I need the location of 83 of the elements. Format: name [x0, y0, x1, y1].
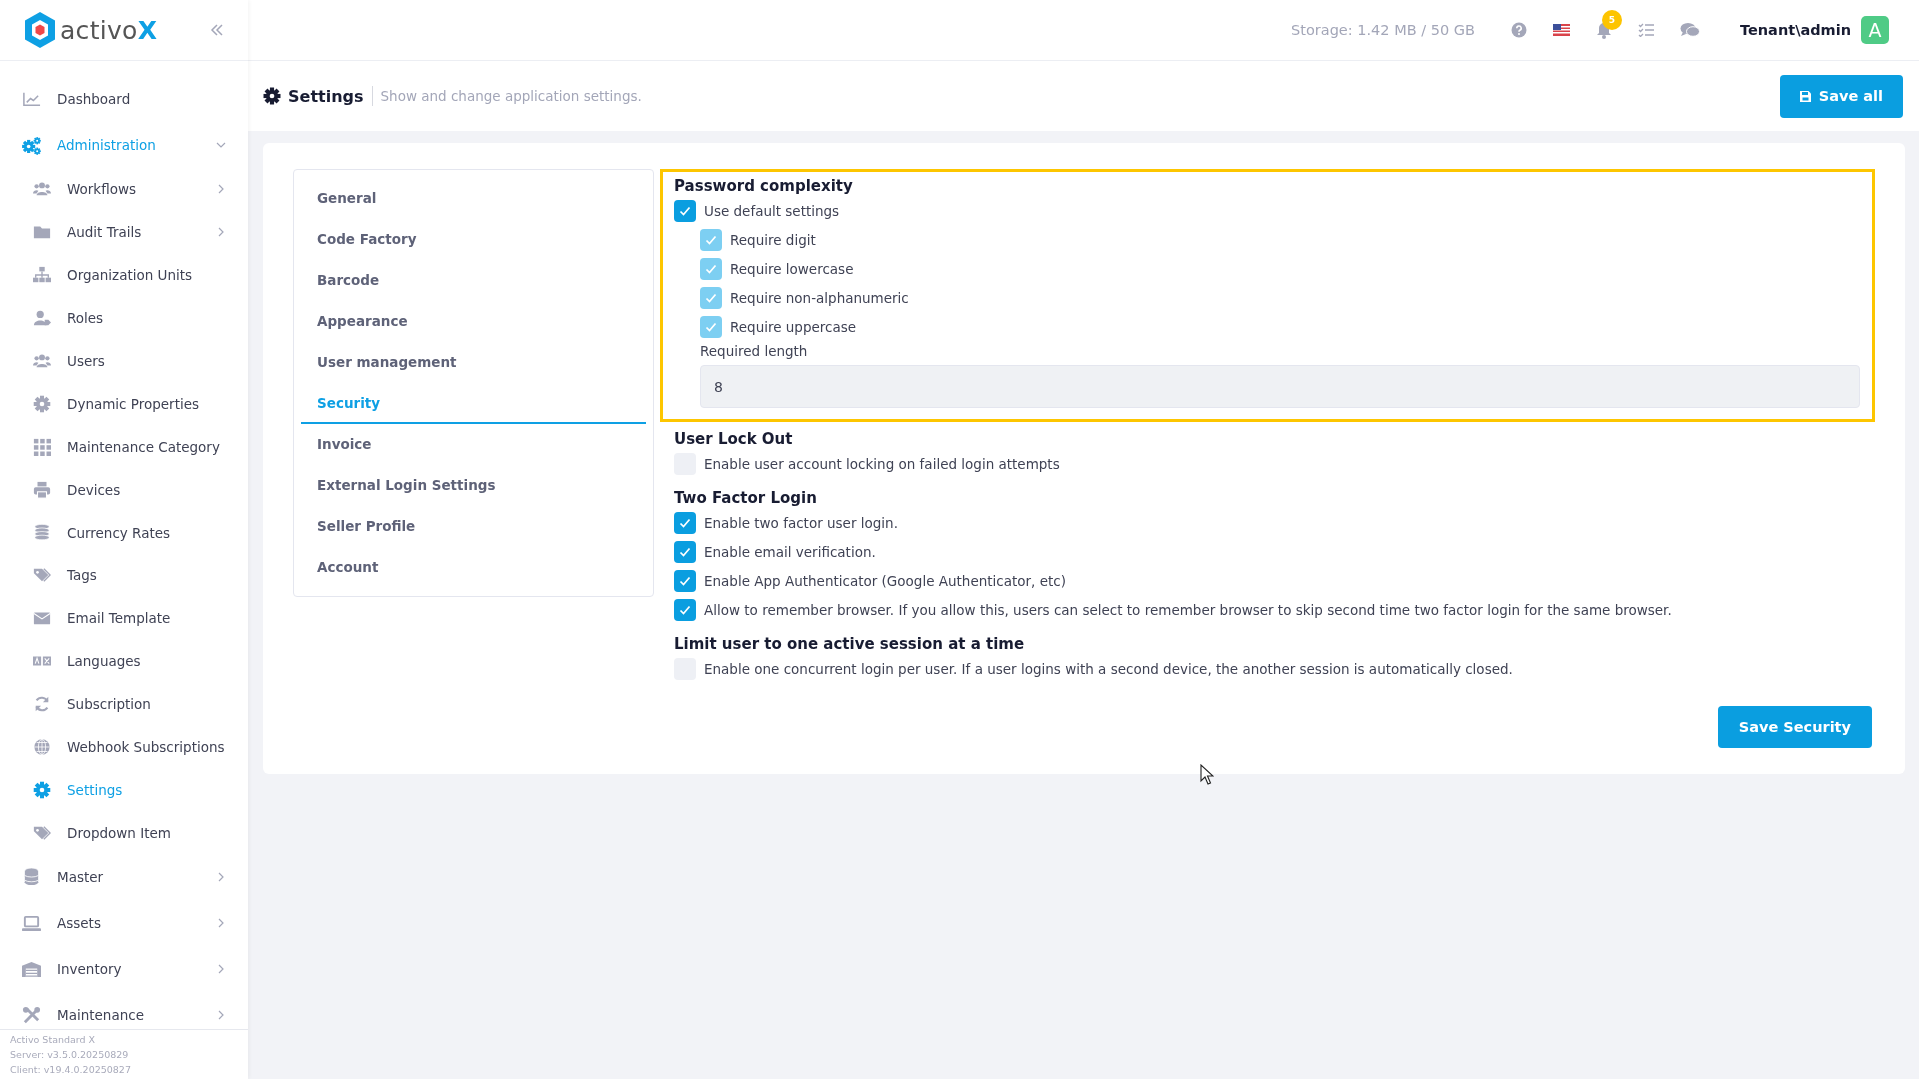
sidebar-item[interactable]: Dynamic Properties: [0, 382, 248, 426]
sidebar-item[interactable]: Roles: [0, 296, 248, 340]
storage-usage: Storage: 1.42 MB / 50 GB: [1291, 22, 1475, 38]
laptop-icon: [22, 913, 41, 933]
checkbox-label: Enable email verification.: [704, 543, 876, 560]
checkbox-label: Enable two factor user login.: [704, 514, 898, 531]
person-icon: [33, 309, 51, 328]
sidebar-item[interactable]: Email Template: [0, 596, 248, 640]
settings-tab[interactable]: Appearance: [301, 301, 646, 342]
double-chevron-left-icon[interactable]: [210, 23, 224, 37]
flag-icon[interactable]: [1552, 24, 1570, 36]
version-text: Client: v19.4.0.20250827: [10, 1064, 132, 1075]
people-icon: [33, 352, 51, 370]
checkbox-label: Use default settings: [704, 202, 840, 219]
logo-text: activoX: [60, 15, 158, 45]
sidebar-item[interactable]: Audit Trails: [0, 210, 248, 254]
page-title: Settings: [288, 86, 364, 106]
settings-tab[interactable]: External Login Settings: [301, 465, 646, 506]
sidebar-item[interactable]: Dropdown Item: [0, 811, 248, 855]
sidebar-item[interactable]: Webhook Subscriptions: [0, 725, 248, 769]
notification-badge: 5: [1601, 9, 1622, 30]
help-icon[interactable]: [1510, 22, 1527, 38]
section-title: Two Factor Login: [674, 489, 818, 507]
sidebar-item[interactable]: Currency Rates: [0, 511, 248, 554]
user-name[interactable]: Tenant\admin: [1739, 22, 1851, 38]
section-title: User Lock Out: [674, 430, 794, 448]
gear-icon: [263, 87, 281, 105]
field-label: Required length: [700, 343, 809, 359]
settings-tab[interactable]: Invoice: [301, 424, 646, 465]
checkbox-label: Enable one concurrent login per user. If a user logins with a second device, the another session is automatically closed.: [704, 660, 1513, 677]
sidebar-item[interactable]: Maintenance: [0, 992, 248, 1029]
sidebar-item[interactable]: Users: [0, 339, 248, 383]
sidebar-item[interactable]: Master: [0, 854, 248, 901]
refresh-icon: [33, 695, 51, 714]
settings-tab[interactable]: Barcode: [301, 260, 646, 301]
settings-tab[interactable]: Code Factory: [301, 219, 646, 260]
settings-tab[interactable]: Seller Profile: [301, 506, 646, 547]
sidebar-item[interactable]: Assets: [0, 900, 248, 947]
sidebar-item[interactable]: Maintenance Category: [0, 425, 248, 469]
checkbox-label: Allow to remember browser. If you allow this, users can select to remember browser to skip second time two factor login for the same browser.: [704, 601, 1672, 618]
sidebar-item[interactable]: Inventory: [0, 946, 248, 993]
sidebar-item[interactable]: Dashboard: [0, 76, 248, 122]
checkbox-label: Enable user account locking on failed login attempts: [704, 455, 1060, 472]
section-title: Limit user to one active session at a time: [674, 635, 1026, 653]
checklist-icon[interactable]: [1637, 23, 1654, 37]
sidebar-item[interactable]: Subscription: [0, 682, 248, 726]
version-text: Activo Standard X: [10, 1034, 97, 1045]
checkbox[interactable]: [674, 569, 696, 592]
checkbox[interactable]: [674, 540, 696, 563]
sidebar-item[interactable]: Organization Units: [0, 253, 248, 297]
database-icon: [22, 867, 41, 887]
chat-icon[interactable]: [1679, 22, 1700, 38]
section-title: Password complexity: [674, 177, 854, 195]
hierarchy-icon: [33, 266, 51, 285]
checkbox-label: Require non-alphanumeric: [730, 289, 909, 306]
checkbox-label: Require digit: [730, 231, 816, 248]
gear-icon: [33, 780, 51, 799]
globe-icon: [33, 738, 51, 756]
page-description: Show and change application settings.: [380, 88, 642, 104]
sidebar-item[interactable]: Languages: [0, 639, 248, 683]
gear-icon: [33, 394, 51, 413]
settings-tab[interactable]: User management: [301, 342, 646, 383]
checkbox-label: Require uppercase: [730, 318, 857, 335]
checkbox[interactable]: [674, 511, 696, 534]
sidebar-item[interactable]: Tags: [0, 554, 248, 597]
hexagon-logo-icon: [23, 11, 57, 49]
gears-icon: [22, 135, 41, 155]
grid-icon: [33, 437, 51, 456]
tag-icon: [33, 823, 51, 842]
sidebar-item[interactable]: Workflows: [0, 168, 248, 211]
checkbox[interactable]: [674, 598, 696, 621]
coins-icon: [33, 523, 51, 542]
checkbox-label: Require lowercase: [730, 260, 854, 277]
tag-icon: [33, 566, 51, 585]
version-text: Server: v3.5.0.20250829: [10, 1049, 130, 1060]
sidebar-item[interactable]: Devices: [0, 468, 248, 512]
settings-tab[interactable]: Account: [301, 547, 646, 588]
settings-tab[interactable]: General: [301, 178, 646, 219]
printer-icon: [33, 480, 51, 499]
checkbox[interactable]: [674, 199, 696, 222]
tools-icon: [22, 1005, 41, 1025]
warehouse-icon: [22, 959, 41, 979]
checkbox-label: Enable App Authenticator (Google Authenticator, etc): [704, 572, 1066, 589]
